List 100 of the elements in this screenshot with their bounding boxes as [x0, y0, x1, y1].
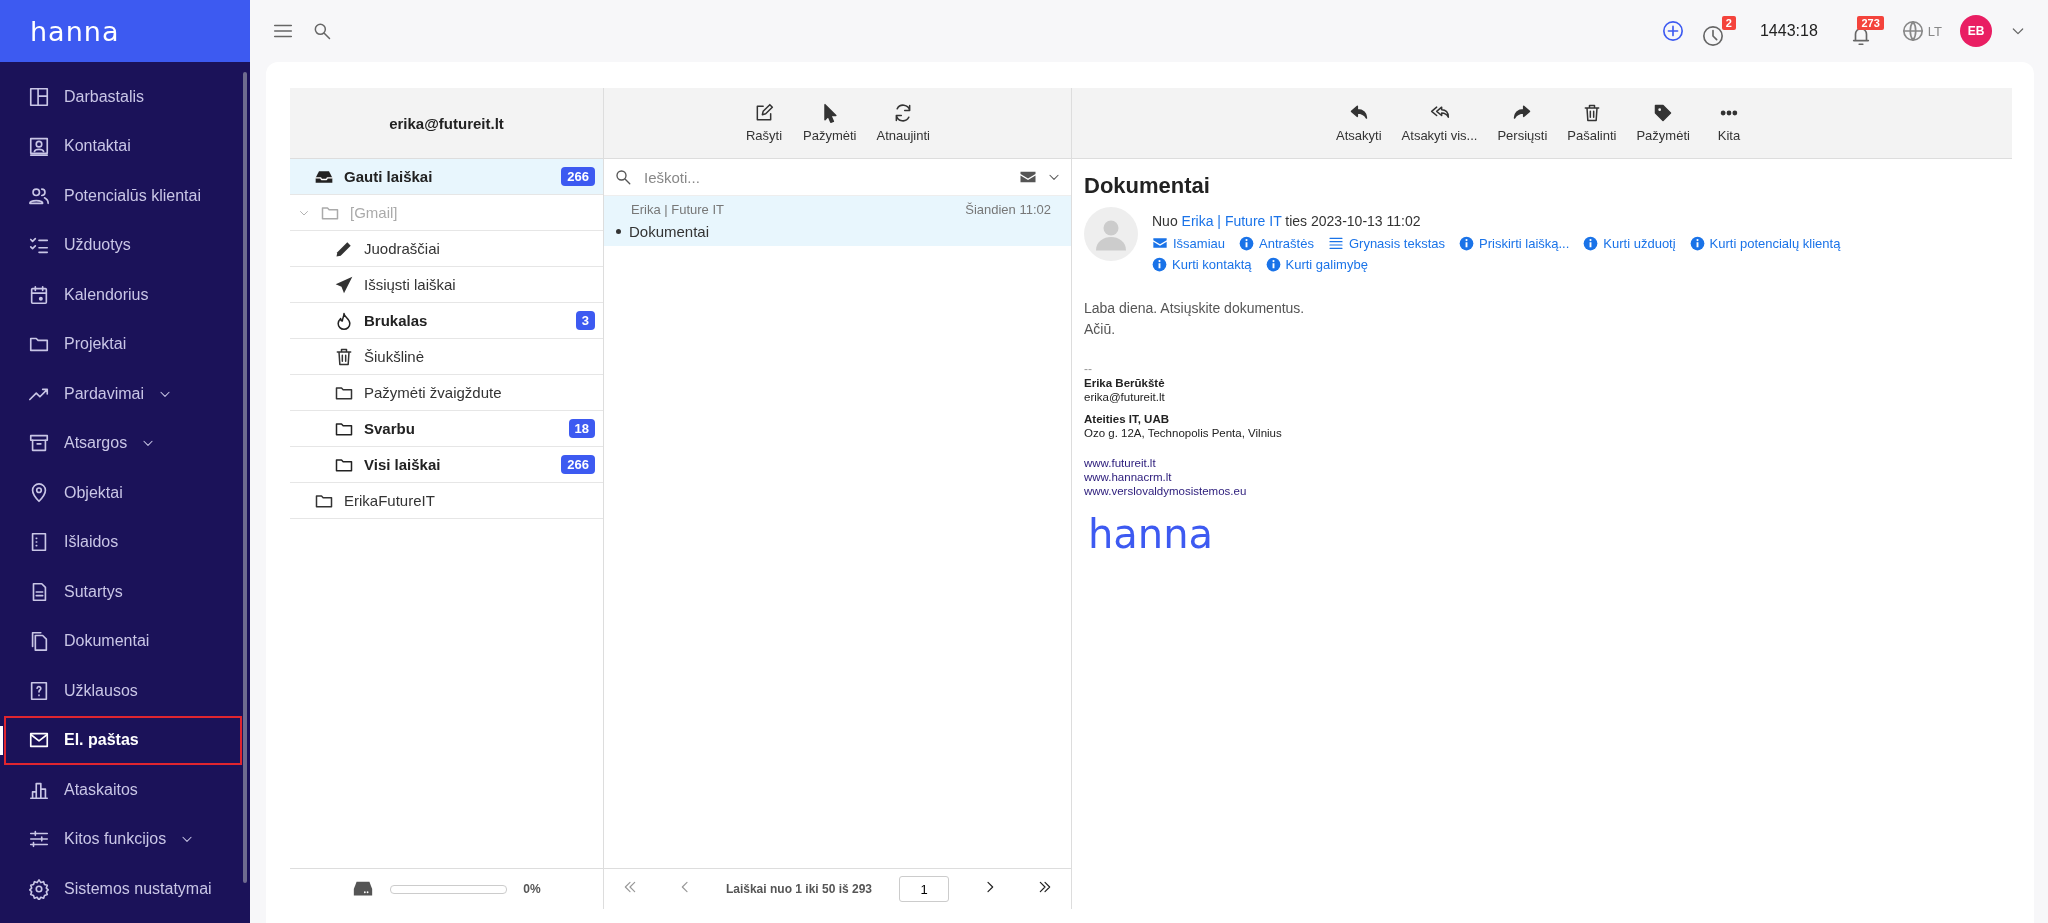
toolbar-button[interactable]: Atnaujinti — [870, 103, 936, 143]
sidebar-item[interactable]: Kontaktai — [0, 121, 250, 171]
folder-item[interactable]: Šiukšlinė — [290, 339, 603, 375]
folder-item[interactable]: Svarbu 18 — [290, 411, 603, 447]
action-link[interactable]: Išsamiau — [1152, 235, 1226, 251]
timer-button[interactable]: 2 — [1701, 15, 1736, 47]
sender-link[interactable]: Erika | Future IT — [1181, 213, 1282, 229]
sidebar-item[interactable]: Kitos funkcijos — [0, 814, 250, 864]
sidebar-item[interactable]: Pardavimai — [0, 369, 250, 419]
signature-email: erika@futureit.lt — [1084, 390, 1165, 404]
sidebar-item[interactable]: Užduotys — [0, 220, 250, 270]
contact-card-icon — [28, 135, 50, 158]
search-icon — [312, 21, 332, 41]
sender-line: Nuo Erika | Future IT ties 2023-10-13 11:02 — [1152, 213, 1422, 229]
sidebar-item[interactable]: Sutartys — [0, 567, 250, 617]
sidebar-item[interactable]: Potencialūs klientai — [0, 171, 250, 221]
envelope-icon — [1152, 235, 1168, 251]
layout-icon — [28, 85, 50, 108]
signature-address: Ozo g. 12A, Technopolis Penta, Vilnius — [1084, 426, 1282, 440]
search-field[interactable]: Ieškoti... — [642, 167, 1009, 187]
action-link[interactable]: Priskirti laišką... — [1459, 235, 1570, 251]
sidebar-item[interactable]: Darbastalis — [0, 72, 250, 122]
page-field[interactable]: 1 — [899, 876, 949, 902]
scrollbar[interactable] — [243, 72, 247, 883]
sidebar-item[interactable]: Objektai — [0, 468, 250, 518]
info-icon — [1459, 235, 1475, 251]
toolbar-button[interactable]: Pažymėti — [797, 103, 863, 143]
folder-item[interactable]: Gauti laiškai 266 — [290, 159, 603, 195]
folder-item[interactable]: Visi laiškai 266 — [290, 447, 603, 483]
info-icon — [1239, 235, 1255, 251]
toolbar-button[interactable]: Pašalinti — [1561, 103, 1623, 143]
signature-logo: hanna — [1087, 510, 1215, 559]
signature-name: Erika Berūkštė — [1084, 376, 1165, 390]
search-button[interactable] — [312, 21, 332, 41]
toolbar-button[interactable]: Atsakyti — [1330, 103, 1388, 143]
signature-separator: -- — [1084, 362, 1093, 376]
count-badge: 266 — [561, 455, 595, 474]
count-badge: 18 — [568, 419, 595, 438]
calendar-icon — [28, 283, 50, 306]
folder-item[interactable]: ErikaFutureIT — [290, 483, 603, 519]
signature-company: Ateities IT, UAB — [1084, 412, 1169, 426]
toolbar-button[interactable]: Kita — [1703, 103, 1754, 143]
text-lines-icon — [1327, 235, 1344, 251]
trash-icon — [334, 346, 354, 367]
flame-icon — [334, 310, 354, 331]
globe-icon — [1901, 20, 1924, 42]
toolbar-button[interactable]: Persiųsti — [1491, 103, 1554, 143]
signature-link[interactable]: www.verslovaldymosistemos.eu — [1084, 484, 1247, 498]
notifications-button[interactable]: 273 — [1849, 15, 1884, 47]
message-subject: Dokumentai — [629, 223, 710, 240]
signature-link[interactable]: www.futureit.lt — [1084, 456, 1156, 470]
brand-logo[interactable]: hanna — [0, 0, 250, 62]
message-item[interactable]: Erika | Future IT Šiandien 11:02 Dokumentai — [604, 196, 1071, 246]
edit-icon — [754, 103, 774, 123]
timer-text: 1443:18 — [1759, 22, 1818, 40]
sidebar-item[interactable]: Sistemos nustatymai — [0, 864, 250, 914]
sidebar-item[interactable]: Išlaidos — [0, 517, 250, 567]
toolbar-button[interactable]: Atsakyti vis... — [1395, 103, 1484, 143]
toolbar-button[interactable]: Pažymėti — [1630, 103, 1696, 143]
clock-icon — [1701, 24, 1724, 47]
sidebar-item[interactable]: Ataskaitos — [0, 765, 250, 815]
toolbar-button[interactable]: Rašyti — [739, 103, 789, 143]
search-icon — [614, 168, 632, 186]
action-link[interactable]: Kurti galimybę — [1265, 257, 1368, 272]
question-icon — [28, 679, 50, 702]
count-badge: 266 — [561, 167, 595, 186]
sidebar-item[interactable]: Kalendorius — [0, 270, 250, 320]
info-icon — [1583, 235, 1599, 251]
action-link[interactable]: Kurti kontaktą — [1152, 257, 1252, 272]
plus-circle-icon — [1661, 20, 1684, 42]
message-time: Šiandien 11:02 — [965, 202, 1051, 217]
sidebar-item[interactable]: Atsargos — [0, 418, 250, 468]
action-link[interactable]: Grynasis tekstas — [1327, 235, 1446, 251]
tag-icon — [1653, 103, 1674, 123]
info-icon — [1689, 235, 1705, 251]
body-text: Laba diena. Atsiųskite dokumentus. — [1084, 299, 1306, 318]
count-badge: 2 — [1721, 15, 1736, 30]
add-button[interactable] — [1661, 20, 1684, 42]
sidebar-item[interactable]: Dokumentai — [0, 616, 250, 666]
count-badge: 3 — [575, 311, 595, 330]
user-avatar[interactable]: EB — [1960, 15, 1992, 47]
count-badge: 273 — [1857, 15, 1884, 30]
paper-plane-icon — [334, 274, 354, 295]
folder-item[interactable]: Išsiųsti laiškai — [290, 267, 603, 303]
storage-reading: 0% — [523, 882, 541, 896]
pager-summary: Laiškai nuo 1 iki 50 iš 293 — [725, 882, 873, 896]
folder-item[interactable]: Brukalas 3 — [290, 303, 603, 339]
settings-icon — [28, 877, 50, 900]
action-link[interactable]: Antraštės — [1239, 235, 1314, 251]
action-link[interactable]: Kurti potencialų klientą — [1689, 235, 1841, 251]
sidebar-item[interactable]: Užklausos — [0, 666, 250, 716]
message-title: Dokumentai — [1084, 173, 1211, 199]
folder-item[interactable]: Pažymėti žvaigždute — [290, 375, 603, 411]
message-sender: Erika | Future IT — [631, 202, 724, 217]
sidebar-item[interactable]: Projektai — [0, 319, 250, 369]
action-link[interactable]: Kurti užduotį — [1583, 235, 1676, 251]
folder-item[interactable]: Juodraščiai — [290, 231, 603, 267]
info-icon — [1265, 257, 1281, 272]
signature-link[interactable]: www.hannacrm.lt — [1084, 470, 1172, 484]
body-text: Ačiū. — [1084, 320, 1117, 339]
